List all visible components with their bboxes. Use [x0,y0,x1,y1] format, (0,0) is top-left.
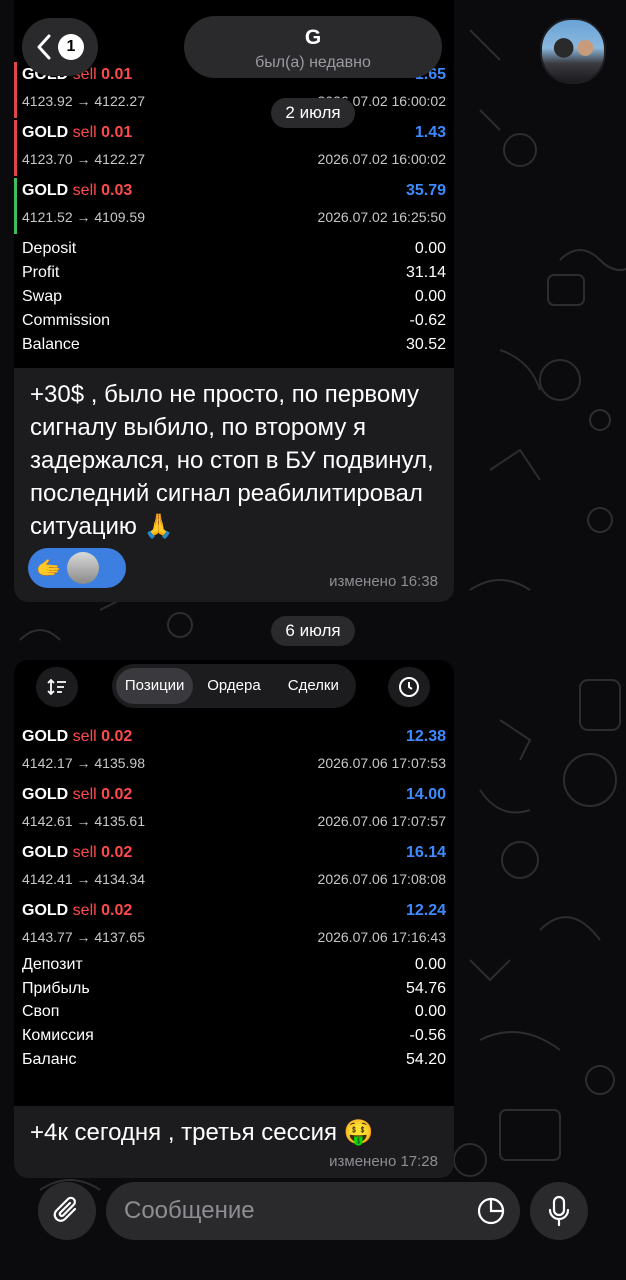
chat-status: был(а) недавно [255,54,371,71]
trade-symbol: GOLD sell 0.02 [22,728,133,745]
terminal-toolbar: Позиции Ордера Сделки [14,660,454,710]
trade-symbol: GOLD sell 0.02 [22,786,133,803]
summary-row: Swap 0.00 [22,288,446,305]
back-button[interactable]: 1 [22,18,98,76]
summary-row: Commission -0.62 [22,312,446,329]
message-text: +30$ , было не просто, по первому сигнал… [30,381,434,540]
trade-row: GOLD sell 0.02 14.00 4142.61 → 4135.61 2… [14,780,454,838]
trade-indicator [14,120,17,176]
tab-switcher: Позиции Ордера Сделки [112,664,356,708]
trade-time: 2026.07.06 17:08:08 [317,871,446,887]
trade-row: GOLD sell 0.02 12.38 4142.17 → 4135.98 2… [14,722,454,780]
trade-symbol: GOLD sell 0.03 [22,182,133,199]
message-text: +4к сегодня , третья сессия 🤑 [30,1119,374,1146]
summary-row: Депозит 0.00 [22,956,446,973]
message-composer: Сообщение [0,1180,626,1280]
trade-profit: 1.43 [414,124,446,141]
trade-prices: 4123.70 → 4122.27 [22,151,145,167]
summary-row: Своп 0.00 [22,1003,446,1020]
summary-row: Баланс 54.20 [22,1051,446,1068]
chevron-left-icon [37,34,51,60]
trade-prices: 4121.52 → 4109.59 [22,209,145,225]
message-edited-time: изменено 17:28 [329,1153,438,1170]
attach-button[interactable] [38,1182,96,1240]
trade-prices: 4143.77 → 4137.65 [22,929,145,945]
microphone-button[interactable] [530,1182,588,1240]
summary-row: Profit 31.14 [22,264,446,281]
chat-name: G [304,26,322,49]
message-bubble-2[interactable]: Позиции Ордера Сделки GOLD sell 0.02 12.… [14,660,454,1178]
history-button[interactable] [388,667,430,707]
summary-row: Deposit 0.00 [22,240,446,257]
trade-symbol: GOLD sell 0.02 [22,902,133,919]
microphone-icon [548,1195,570,1227]
unread-badge: 1 [58,34,84,60]
sort-button[interactable] [36,667,78,707]
clock-icon [399,677,419,697]
trade-time: 2026.07.06 17:07:57 [317,813,446,829]
sticker-icon[interactable] [476,1196,506,1226]
date-separator: 2 июля [271,98,355,128]
summary-row: Balance 30.52 [22,336,446,353]
chat-header: 1 G был(а) недавно [0,0,626,100]
trade-prices: 4142.41 → 4134.34 [22,871,145,887]
trade-profit: 16.14 [405,844,446,861]
paperclip-icon [53,1196,77,1222]
trade-profit: 14.00 [405,786,446,803]
trade-time: 2026.07.02 16:00:02 [317,151,446,167]
trade-symbol: GOLD sell 0.02 [22,844,133,861]
sort-icon [47,678,66,696]
trade-symbol: GOLD sell 0.01 [22,124,133,141]
trade-time: 2026.07.06 17:16:43 [317,929,446,945]
handshake-icon: 🫱 [36,557,61,580]
trade-row: GOLD sell 0.03 35.79 4121.52 → 4109.59 2… [14,176,454,234]
trade-time: 2026.07.02 16:25:50 [317,209,446,225]
message-placeholder: Сообщение [124,1197,255,1224]
trade-prices: 4142.61 → 4135.61 [22,813,145,829]
trade-prices: 4142.17 → 4135.98 [22,755,145,771]
trade-profit: 12.38 [405,728,446,745]
trade-indicator [14,178,17,234]
tab-orders[interactable]: Ордера [195,668,272,704]
avatar[interactable] [540,18,606,84]
date-separator: 6 июля [271,616,355,646]
trade-profit: 35.79 [405,182,446,199]
summary-row: Прибыль 54.76 [22,980,446,997]
tab-deals[interactable]: Сделки [275,668,352,704]
trade-row: GOLD sell 0.01 1.43 4123.70 → 4122.27 20… [14,118,454,176]
message-input[interactable]: Сообщение [106,1182,520,1240]
message-edited-time: изменено 16:38 [329,573,438,590]
reaction-button[interactable]: 🫱 [28,548,126,588]
trade-row: GOLD sell 0.02 12.24 4143.77 → 4137.65 2… [14,896,454,954]
tab-positions[interactable]: Позиции [116,668,194,704]
trade-profit: 12.24 [405,902,446,919]
trade-time: 2026.07.06 17:07:53 [317,755,446,771]
summary-row: Комиссия -0.56 [22,1027,446,1044]
reaction-avatar [66,552,99,584]
chat-title[interactable]: G был(а) недавно [184,16,442,78]
screenshot-image: Позиции Ордера Сделки GOLD sell 0.02 12.… [14,660,454,1106]
trade-row: GOLD sell 0.02 16.14 4142.41 → 4134.34 2… [14,838,454,896]
